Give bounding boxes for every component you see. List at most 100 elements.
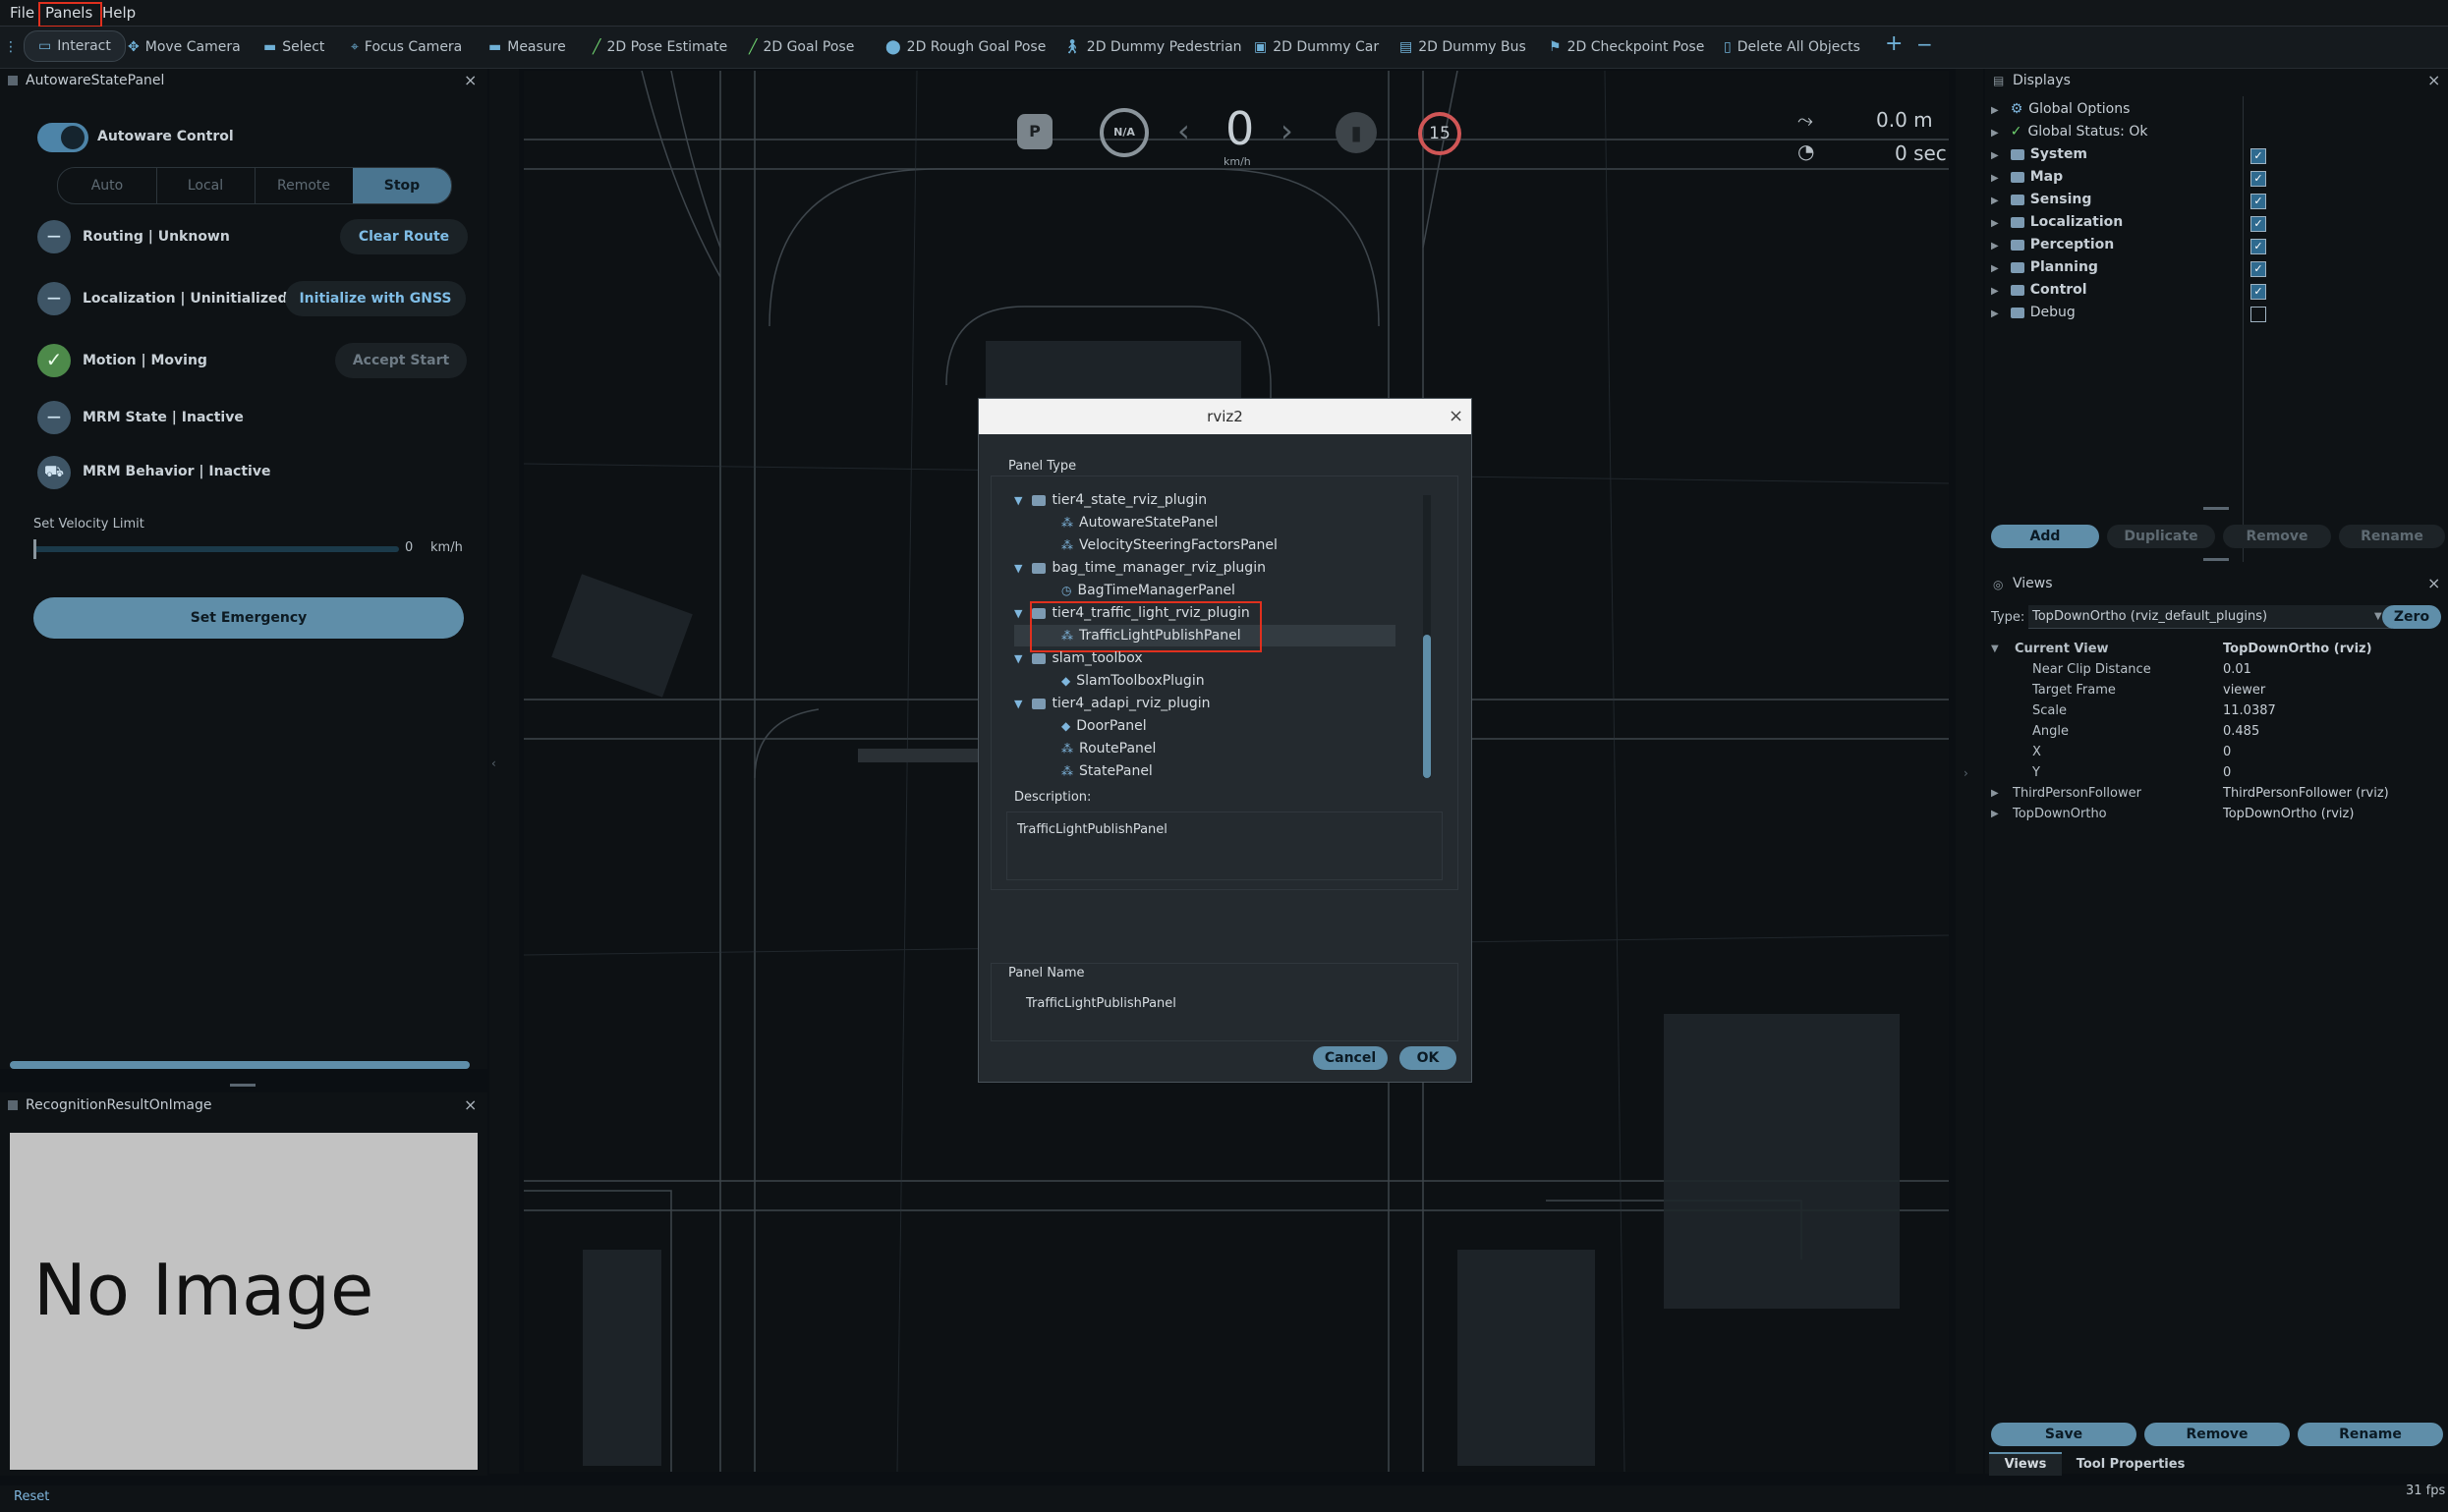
display-item-debug[interactable]: ▶ Debug (1991, 305, 2076, 320)
tree-folder-slam-toolbox[interactable]: ▼ slam_toolbox (1014, 650, 1143, 666)
clear-route-button[interactable]: Clear Route (340, 219, 468, 254)
accept-start-button[interactable]: Accept Start (335, 343, 467, 378)
display-item-localization[interactable]: ▶ Localization (1991, 214, 2123, 230)
splitter-handle[interactable] (2203, 507, 2229, 510)
velocity-limit-slider[interactable] (33, 539, 399, 559)
planning-checkbox[interactable]: ✓ (2250, 261, 2266, 277)
prop-target-frame-value[interactable]: viewer (2223, 683, 2265, 698)
initialize-gnss-button[interactable]: Initialize with GNSS (285, 281, 466, 316)
tree-item-bag-time-manager-panel[interactable]: ◷ BagTimeManagerPanel (1061, 583, 1235, 598)
tree-folder-tier4-adapi[interactable]: ▼ tier4_adapi_rviz_plugin (1014, 696, 1211, 711)
mode-stop-button[interactable]: Stop (353, 168, 451, 203)
horizontal-scrollbar[interactable] (10, 1061, 470, 1069)
display-item-planning[interactable]: ▶ Planning (1991, 259, 2098, 275)
display-item-map[interactable]: ▶ Map (1991, 169, 2063, 185)
close-icon[interactable]: × (464, 71, 477, 89)
tree-item-velocity-steering[interactable]: ⁂ VelocitySteeringFactorsPanel (1061, 537, 1278, 553)
tree-item-state-panel[interactable]: ⁂ StatePanel (1061, 763, 1153, 779)
right-splitter[interactable]: › (1956, 69, 1983, 1474)
remove-display-button[interactable]: Remove (2223, 525, 2331, 548)
reset-button[interactable]: Reset (14, 1489, 49, 1504)
tool-delete-all-objects[interactable]: ▯ Delete All Objects (1724, 36, 1860, 58)
tool-move-camera[interactable]: ✥ Move Camera (128, 36, 241, 58)
tree-folder-bag-time-manager[interactable]: ▼ bag_time_manager_rviz_plugin (1014, 560, 1266, 576)
tool-2d-rough-goal-pose[interactable]: ⬤ 2D Rough Goal Pose (885, 36, 1046, 58)
tool-measure[interactable]: ▬ Measure (488, 36, 566, 58)
ok-button[interactable]: OK (1399, 1046, 1456, 1070)
map-checkbox[interactable]: ✓ (2250, 171, 2266, 187)
close-icon[interactable]: × (464, 1095, 477, 1114)
control-checkbox[interactable]: ✓ (2250, 284, 2266, 300)
tool-focus-camera[interactable]: ⌖ Focus Camera (351, 36, 462, 58)
saved-view-third-person-label[interactable]: ThirdPersonFollower (2013, 786, 2141, 801)
display-item-control[interactable]: ▶ Control (1991, 282, 2087, 298)
tab-views[interactable]: Views (1989, 1452, 2062, 1476)
panel-type-label: Panel Type (1008, 459, 1077, 474)
sensing-checkbox[interactable]: ✓ (2250, 194, 2266, 209)
close-icon[interactable]: × (2427, 71, 2440, 89)
close-icon[interactable]: × (1449, 399, 1463, 434)
tab-tool-properties[interactable]: Tool Properties (2072, 1454, 2190, 1476)
splitter-handle[interactable] (2203, 558, 2229, 561)
remove-tool-button[interactable]: − (1916, 32, 1933, 56)
display-item-perception[interactable]: ▶ Perception (1991, 237, 2114, 252)
display-item-system[interactable]: ▶ System (1991, 146, 2087, 162)
expand-arrow-icon[interactable]: ▶ (1991, 809, 1999, 819)
rename-display-button[interactable]: Rename (2339, 525, 2445, 548)
tool-select[interactable]: ▬ Select (263, 36, 324, 58)
mode-auto-button[interactable]: Auto (58, 168, 157, 203)
tool-2d-dummy-car[interactable]: ▣ 2D Dummy Car (1254, 36, 1379, 58)
toolbar-handle-icon[interactable]: ⋮ (4, 36, 18, 58)
prop-near-clip-value[interactable]: 0.01 (2223, 662, 2251, 677)
prop-angle-value[interactable]: 0.485 (2223, 724, 2259, 739)
prop-scale-value[interactable]: 11.0387 (2223, 703, 2276, 718)
display-item-sensing[interactable]: ▶ Sensing (1991, 192, 2091, 207)
expand-arrow-icon[interactable]: ▶ (1991, 788, 1999, 799)
close-icon[interactable]: × (2427, 574, 2440, 592)
left-splitter[interactable]: ‹ (489, 69, 519, 1474)
tree-item-slam-toolbox-plugin[interactable]: ◆ SlamToolboxPlugin (1061, 673, 1205, 689)
saved-view-topdown-label[interactable]: TopDownOrtho (2013, 807, 2107, 821)
menu-file[interactable]: File (10, 4, 34, 22)
collapse-right-icon[interactable]: › (1964, 766, 1968, 780)
tree-item-door-panel[interactable]: ◆ DoorPanel (1061, 718, 1147, 734)
tool-interact[interactable]: ▭ Interact (24, 30, 126, 62)
add-tool-button[interactable]: + (1885, 31, 1903, 56)
autoware-control-toggle[interactable] (37, 123, 88, 152)
tool-2d-dummy-pedestrian[interactable]: 🚶︎ 2D Dummy Pedestrian (1063, 36, 1242, 58)
save-view-button[interactable]: Save (1991, 1423, 2136, 1446)
tree-item-autoware-state-panel[interactable]: ⁂ AutowareStatePanel (1061, 515, 1218, 531)
tool-2d-goal-pose[interactable]: ╱ 2D Goal Pose (749, 36, 854, 58)
duplicate-display-button[interactable]: Duplicate (2107, 525, 2215, 548)
panel-name-input[interactable]: TrafficLightPublishPanel (1016, 988, 1449, 1022)
rename-view-button[interactable]: Rename (2298, 1423, 2443, 1446)
display-item-global-status[interactable]: ▶ ✓ Global Status: Ok (1991, 124, 2147, 140)
tool-2d-pose-estimate[interactable]: ╱ 2D Pose Estimate (593, 36, 727, 58)
mode-local-button[interactable]: Local (156, 168, 256, 203)
view-type-select[interactable]: TopDownOrtho (rviz_default_plugins) ▼ (2028, 605, 2392, 629)
tree-scrollbar-thumb[interactable] (1423, 635, 1431, 778)
tree-scrollbar-track[interactable] (1423, 495, 1431, 778)
set-emergency-button[interactable]: Set Emergency (33, 597, 464, 639)
splitter-handle[interactable] (230, 1084, 256, 1087)
remove-view-button[interactable]: Remove (2144, 1423, 2290, 1446)
collapse-left-icon[interactable]: ‹ (491, 756, 496, 770)
tool-2d-dummy-bus[interactable]: ▤ 2D Dummy Bus (1399, 36, 1526, 58)
menu-help[interactable]: Help (102, 4, 136, 22)
debug-checkbox[interactable] (2250, 307, 2266, 322)
tool-2d-checkpoint-pose[interactable]: ⚑ 2D Checkpoint Pose (1549, 36, 1704, 58)
add-display-button[interactable]: Add (1991, 525, 2099, 548)
mode-remote-button[interactable]: Remote (255, 168, 354, 203)
display-item-global-options[interactable]: ▶ ⚙ Global Options (1991, 101, 2130, 117)
tree-folder-tier4-state[interactable]: ▼ tier4_state_rviz_plugin (1014, 492, 1207, 508)
localization-checkbox[interactable]: ✓ (2250, 216, 2266, 232)
slider-handle[interactable] (33, 539, 36, 559)
cancel-button[interactable]: Cancel (1313, 1046, 1388, 1070)
perception-checkbox[interactable]: ✓ (2250, 239, 2266, 254)
collapse-arrow-icon[interactable]: ▼ (1991, 644, 1999, 654)
tree-item-route-panel[interactable]: ⁂ RoutePanel (1061, 741, 1156, 756)
prop-y-value[interactable]: 0 (2223, 765, 2231, 780)
zero-button[interactable]: Zero (2382, 605, 2441, 629)
system-checkbox[interactable]: ✓ (2250, 148, 2266, 164)
prop-x-value[interactable]: 0 (2223, 745, 2231, 759)
